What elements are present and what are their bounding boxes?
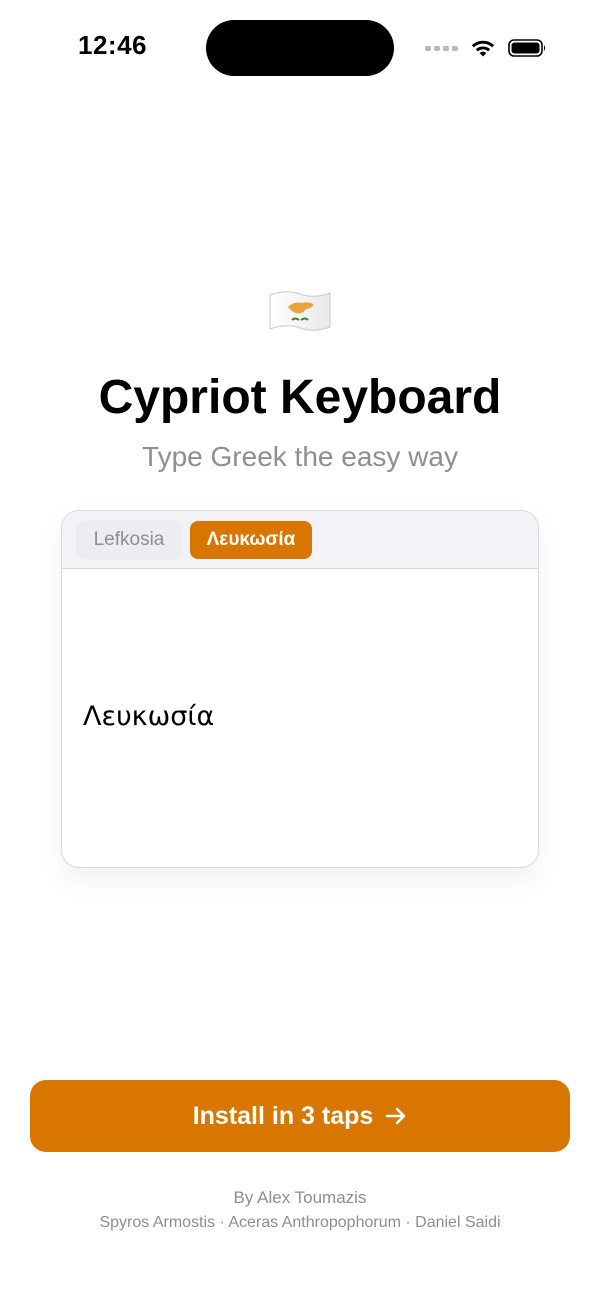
install-button-label: Install in 3 taps xyxy=(192,1101,374,1130)
cellular-signal-icon xyxy=(425,45,458,51)
status-time: 12:46 xyxy=(78,30,147,60)
demo-text: Λευκωσία xyxy=(83,701,215,732)
footer-author: By Alex Toumazis xyxy=(233,1188,367,1207)
battery-icon xyxy=(508,39,546,57)
app-title: Cypriot Keyboard xyxy=(98,371,502,424)
status-icons xyxy=(425,36,548,60)
demo-text-area: Λευκωσία xyxy=(62,569,538,867)
cyprus-flag-icon xyxy=(266,287,334,337)
dynamic-island xyxy=(206,20,394,76)
status-bar: 12:46 xyxy=(0,0,600,96)
arrow-right-icon xyxy=(385,1107,407,1125)
wifi-icon xyxy=(471,40,495,57)
demo-card: Lefkosia Λευκωσία Λευκωσία xyxy=(61,510,539,868)
tab-lefkosia[interactable]: Lefkosia xyxy=(76,521,182,559)
app-subtitle: Type Greek the easy way xyxy=(142,441,458,472)
install-button[interactable]: Install in 3 taps xyxy=(30,1080,570,1152)
footer-credits: Spyros Armostis · Aceras Anthropophorum … xyxy=(99,1214,501,1231)
demo-tab-bar: Lefkosia Λευκωσία xyxy=(62,511,538,569)
tab-lefkosia-greek[interactable]: Λευκωσία xyxy=(190,521,312,559)
